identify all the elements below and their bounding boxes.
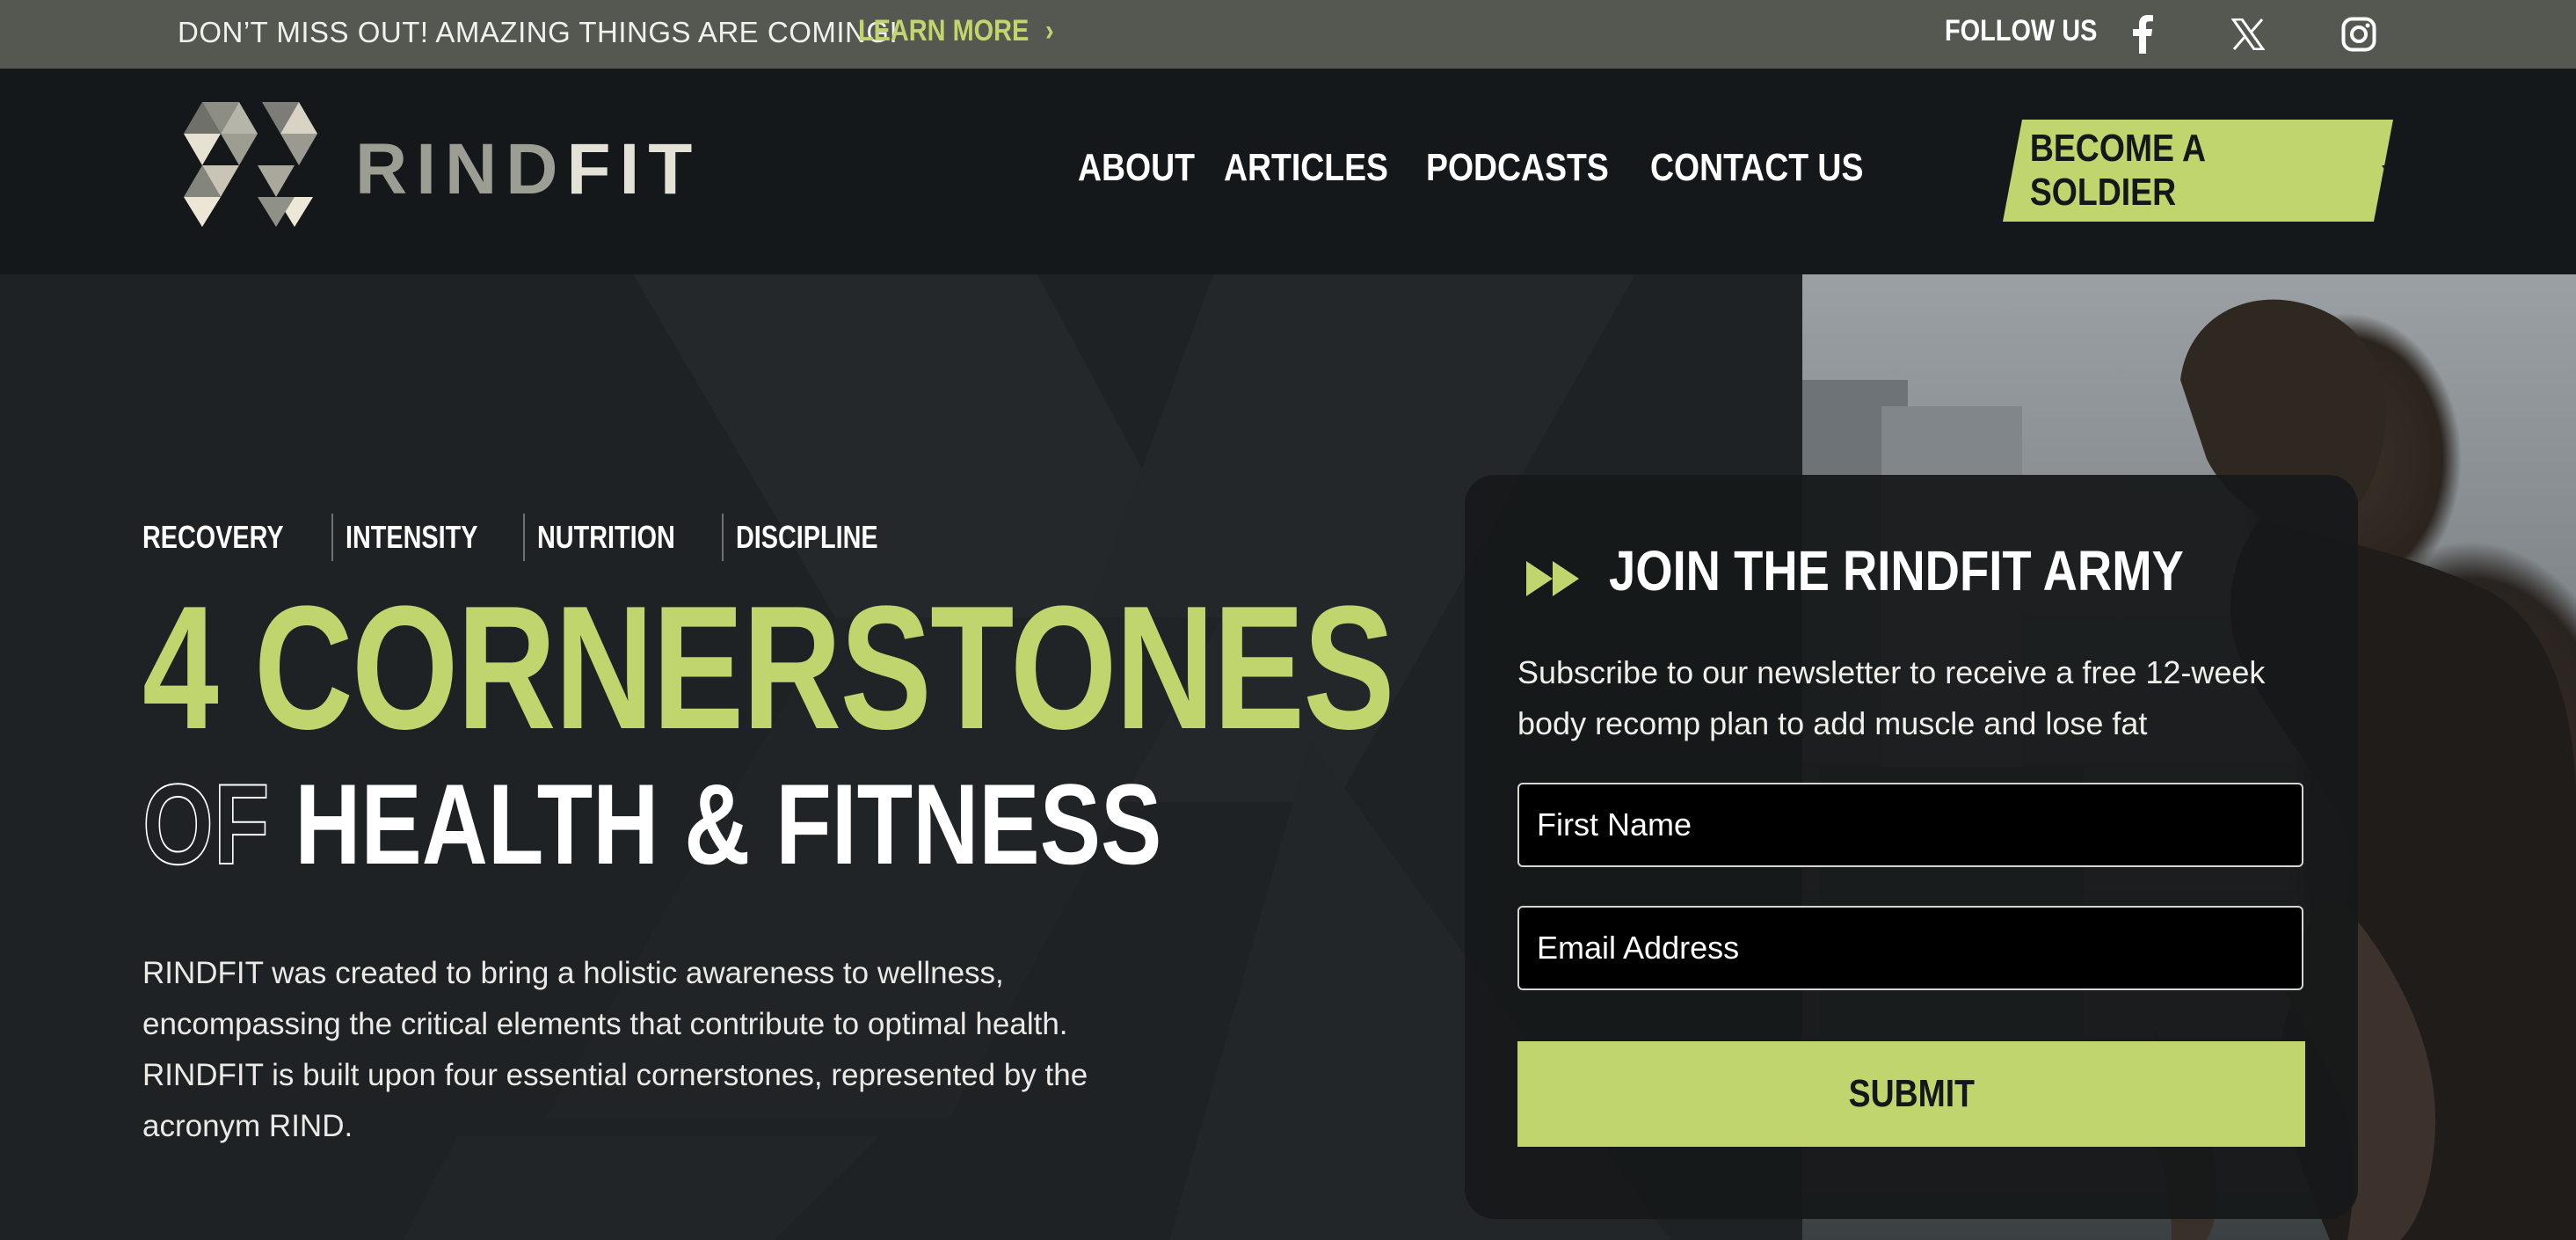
become-a-soldier-button[interactable]: BECOME A SOLDIER › [2003, 120, 2393, 222]
signup-title: JOIN THE RINDFIT ARMY [1609, 539, 2184, 602]
tag-nutrition: NUTRITION [536, 519, 675, 555]
divider [721, 514, 724, 561]
nav-item-about[interactable]: ABOUT [1078, 146, 1195, 190]
first-name-placeholder: First Name [1537, 806, 1692, 842]
announcement-bar: DON’T MISS OUT! AMAZING THINGS ARE COMIN… [0, 0, 2576, 69]
double-arrow-icon [1526, 561, 1579, 596]
headline-health-fitness: HEALTH & FITNESS [295, 760, 1162, 888]
divider [331, 514, 333, 561]
cta-label: BECOME A SOLDIER [2029, 127, 2205, 214]
hero-description: RINDFIT was created to bring a holistic … [142, 956, 1088, 1143]
learn-more-label: LEARN MORE [858, 14, 1030, 47]
tag-recovery: RECOVERY [142, 519, 284, 555]
nav-item-contact-us[interactable]: CONTACT US [1650, 146, 1863, 190]
cornerstone-tags: RECOVERY INTENSITY NUTRITION DISCIPLINE [142, 514, 913, 561]
follow-us-label: FOLLOW US [1945, 14, 2098, 47]
signup-description: Subscribe to our newsletter to receive a… [1517, 654, 2266, 741]
chevron-right-icon: › [1044, 14, 1054, 47]
hero-headline-primary: 4 CORNERSTONES [142, 570, 1394, 766]
email-address-input[interactable]: Email Address [1517, 906, 2303, 990]
facebook-icon[interactable] [2122, 14, 2163, 55]
logo-wordmark[interactable]: RINDFIT [355, 128, 701, 211]
x-icon[interactable] [2228, 14, 2268, 55]
tag-intensity: INTENSITY [345, 519, 478, 555]
email-placeholder: Email Address [1537, 930, 1740, 966]
learn-more-link[interactable]: LEARN MORE › [858, 14, 1054, 48]
tag-discipline: DISCIPLINE [735, 519, 878, 555]
rindfit-logo-icon[interactable] [178, 102, 324, 227]
promo-text: DON’T MISS OUT! AMAZING THINGS ARE COMIN… [178, 16, 899, 48]
submit-label: SUBMIT [1848, 1072, 1975, 1115]
nav-item-articles[interactable]: ARTICLES [1224, 146, 1388, 190]
first-name-input[interactable]: First Name [1517, 783, 2303, 867]
logo-wordmark-rind: RIND [355, 129, 567, 209]
instagram-icon[interactable] [2339, 14, 2379, 55]
nav-item-podcasts[interactable]: PODCASTS [1426, 146, 1609, 190]
main-nav: ABOUT ARTICLES PODCASTS CONTACT US [1078, 146, 1874, 190]
headline-of: OF [142, 759, 270, 889]
submit-button[interactable]: SUBMIT [1517, 1041, 2305, 1147]
logo-wordmark-fit: FIT [566, 129, 702, 209]
divider [522, 514, 525, 561]
hero-headline-secondary: OF HEALTH & FITNESS [142, 758, 1161, 890]
